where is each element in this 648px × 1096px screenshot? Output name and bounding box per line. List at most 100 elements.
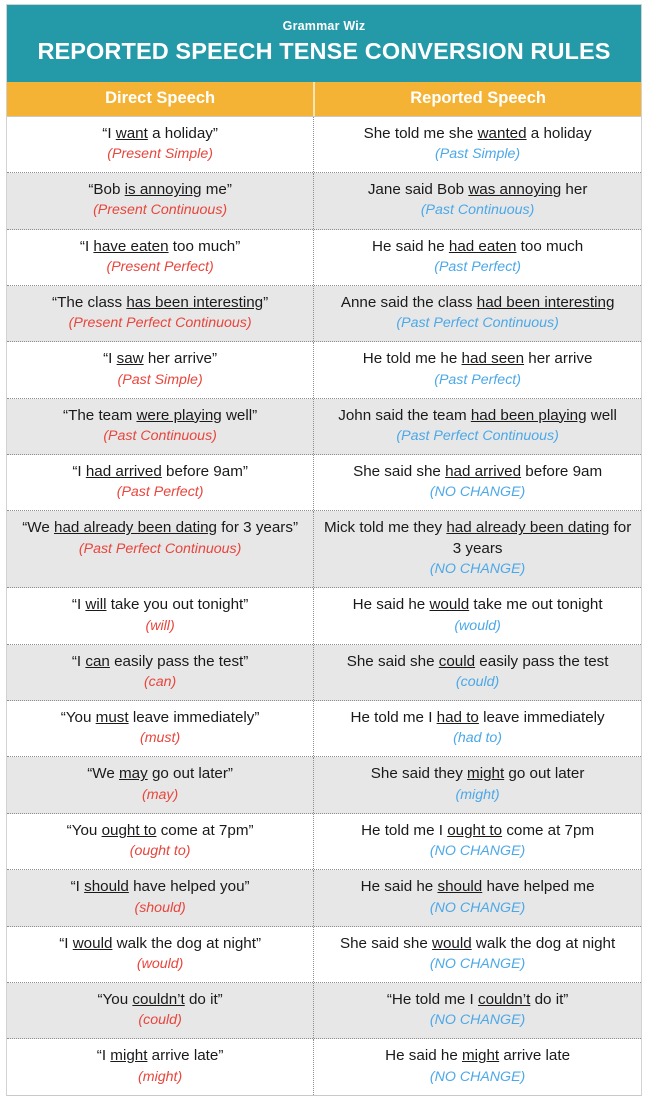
reported-speech-tense-label: (would): [454, 617, 501, 634]
table-cell-left: “You couldn’t do it” (could): [7, 983, 313, 1038]
reported-speech-tense-label: (NO CHANGE): [429, 561, 526, 578]
direct-speech-sentence: “I might arrive late”: [96, 1047, 224, 1065]
direct-speech-sentence: “I want a holiday”: [102, 124, 218, 142]
reported-speech-tense-label: (Past Perfect): [434, 371, 521, 388]
direct-speech-tense-label: (Present Perfect Continuous): [68, 315, 252, 332]
reported-speech-sentence: He told me I ought to come at 7pm: [361, 821, 595, 839]
table-row: “Bob is annoying me” (Present Continuous)…: [7, 173, 641, 230]
reported-speech-sentence: She said she had arrived before 9am: [353, 463, 603, 481]
table-row: “You couldn’t do it” (could) “He told me I…: [7, 982, 641, 1040]
table-cell-left: “I will take you out tonight” (will): [7, 588, 313, 643]
reported-speech-sentence: She said she could easily pass the test: [346, 652, 609, 670]
reported-speech-tense-label: (NO CHANGE): [429, 484, 526, 501]
reported-speech-tense-label: (NO CHANGE): [429, 955, 526, 972]
reported-speech-tense-label: (might): [455, 786, 500, 803]
table-cell-right: She said she would walk the dog at night…: [313, 926, 641, 982]
direct-speech-tense-label: (Present Simple): [107, 146, 213, 163]
table-cell-right: John said the team had been playing well…: [313, 398, 641, 455]
direct-speech-sentence: “You ought to come at 7pm”: [66, 821, 254, 839]
table-cell-right: She told me she wanted a holiday (Past Si…: [313, 116, 641, 173]
table-row: “I would walk the dog at night” (would) Sh…: [7, 926, 641, 983]
direct-speech-sentence: “I saw her arrive”: [103, 350, 218, 368]
table-row: “We had already been dating for 3 years”…: [7, 511, 641, 589]
direct-speech-sentence: “The team were playing well”: [63, 406, 258, 424]
direct-speech-sentence: “I would walk the dog at night”: [59, 934, 261, 952]
reported-speech-tense-label: (NO CHANGE): [429, 899, 526, 916]
table-row: “I have eaten too much” (Present Perfect)…: [7, 229, 641, 286]
table-cell-right: He said he should have helped me (NO CHAN…: [313, 870, 641, 926]
reported-speech-sentence: She told me she wanted a holiday: [363, 124, 592, 142]
direct-speech-sentence: “Bob is annoying me”: [88, 181, 232, 199]
reported-speech-tense-label: (had to): [453, 730, 503, 747]
table-cell-left: “The class has been interesting” (Present…: [7, 286, 313, 341]
table-row: “You must leave immediately” (must) He tol…: [7, 700, 641, 758]
reported-speech-sentence: She said she would walk the dog at night: [339, 934, 616, 952]
table-row: “You ought to come at 7pm” (ought to) He t…: [7, 813, 641, 871]
direct-speech-tense-label: (should): [134, 899, 186, 916]
direct-speech-sentence: “You couldn’t do it”: [97, 990, 223, 1008]
table-cell-left: “We may go out later” (may): [7, 757, 313, 812]
reported-speech-tense-label: (NO CHANGE): [429, 843, 526, 860]
direct-speech-sentence: “I had arrived before 9am”: [72, 463, 248, 481]
reported-speech-sentence: Anne said the class had been interesting: [340, 293, 615, 311]
reported-speech-tense-label: (NO CHANGE): [429, 1012, 526, 1029]
column-header-reported-speech: Reported Speech: [313, 81, 641, 116]
reported-speech-tense-label: (Past Perfect): [434, 258, 521, 275]
table-cell-left: “I should have helped you” (should): [7, 870, 313, 925]
table-cell-left: “I saw her arrive” (Past Simple): [7, 342, 313, 397]
table-cell-left: “You ought to come at 7pm” (ought to): [7, 814, 313, 869]
table-cell-right: He said he might arrive late (NO CHANGE): [313, 1039, 641, 1095]
direct-speech-tense-label: (might): [138, 1068, 183, 1085]
table-cell-left: “I want a holiday” (Present Simple): [7, 117, 313, 172]
reported-speech-sentence: He said he might arrive late: [385, 1047, 571, 1065]
table-cell-left: “We had already been dating for 3 years”…: [7, 511, 313, 587]
column-header-direct-speech: Direct Speech: [105, 88, 216, 107]
direct-speech-sentence: “I should have helped you”: [70, 878, 250, 896]
reported-speech-sentence: He said he had eaten too much: [372, 237, 584, 255]
direct-speech-sentence: “We had already been dating for 3 years”: [22, 519, 299, 537]
reported-speech-tense-label: (Past Perfect Continuous): [396, 315, 559, 332]
direct-speech-tense-label: (Past Simple): [117, 371, 203, 388]
table-cell-right: He told me I ought to come at 7pm (NO CHA…: [313, 813, 641, 870]
reported-speech-sentence: She said they might go out later: [370, 765, 585, 783]
direct-speech-tense-label: (Present Continuous): [93, 202, 228, 219]
table-cell-right: “He told me I couldn’t do it” (NO CHANGE): [313, 982, 641, 1039]
direct-speech-tense-label: (will): [145, 617, 175, 634]
direct-speech-sentence: “I have eaten too much”: [79, 237, 241, 255]
column-header-row: Direct Speech Reported Speech: [7, 81, 641, 116]
table-cell-right: Anne said the class had been interesting…: [313, 285, 641, 342]
direct-speech-tense-label: (must): [140, 730, 181, 747]
table-row: “I will take you out tonight” (will) He sa…: [7, 588, 641, 645]
reported-speech-tense-label: (could): [455, 673, 500, 690]
direct-speech-tense-label: (would): [136, 955, 184, 972]
direct-speech-sentence: “I will take you out tonight”: [71, 596, 249, 614]
direct-speech-tense-label: (Past Perfect Continuous): [78, 540, 242, 557]
table-row: “I might arrive late” (might) He said he m…: [7, 1039, 641, 1096]
table-cell-left: “I have eaten too much” (Present Perfect): [7, 230, 313, 285]
direct-speech-tense-label: (ought to): [129, 843, 191, 860]
table-cell-left: “The team were playing well” (Past Contin…: [7, 399, 313, 454]
direct-speech-sentence: “You must leave immediately”: [60, 708, 260, 726]
reported-speech-tense-label: (Past Simple): [435, 146, 521, 163]
table-cell-right: He said he had eaten too much (Past Perfe…: [313, 229, 641, 285]
reported-speech-sentence: Mick told me they had already been datin…: [323, 519, 632, 557]
table-cell-right: He said he would take me out tonight (wou…: [313, 588, 641, 644]
table-cell-right: She said she could easily pass the test (…: [313, 644, 641, 700]
table-cell-right: She said she had arrived before 9am (NO C…: [313, 455, 641, 511]
table-row: “We may go out later” (may) She said they …: [7, 757, 641, 814]
reported-speech-tense-label: (Past Perfect Continuous): [396, 428, 559, 445]
direct-speech-sentence: “We may go out later”: [87, 765, 233, 783]
table-cell-right: He told me I had to leave immediately (ha…: [313, 700, 641, 757]
table-cell-left: “I had arrived before 9am” (Past Perfect): [7, 455, 313, 510]
reported-speech-sentence: Jane said Bob was annoying her: [367, 181, 588, 199]
table-row: “I can easily pass the test” (can) She sai…: [7, 644, 641, 701]
table-row: “The team were playing well” (Past Contin…: [7, 398, 641, 456]
table-cell-right: Jane said Bob was annoying her (Past Cont…: [313, 173, 641, 229]
table-cell-right: She said they might go out later (might): [313, 757, 641, 813]
table-row: “I saw her arrive” (Past Simple) He told m…: [7, 342, 641, 399]
table-cell-left: “I would walk the dog at night” (would): [7, 927, 313, 982]
table-cell-left: “I can easily pass the test” (can): [7, 645, 313, 700]
table-row: “The class has been interesting” (Present…: [7, 285, 641, 343]
reported-speech-tense-label: (NO CHANGE): [429, 1068, 526, 1085]
reported-speech-sentence: John said the team had been playing well: [338, 406, 617, 424]
